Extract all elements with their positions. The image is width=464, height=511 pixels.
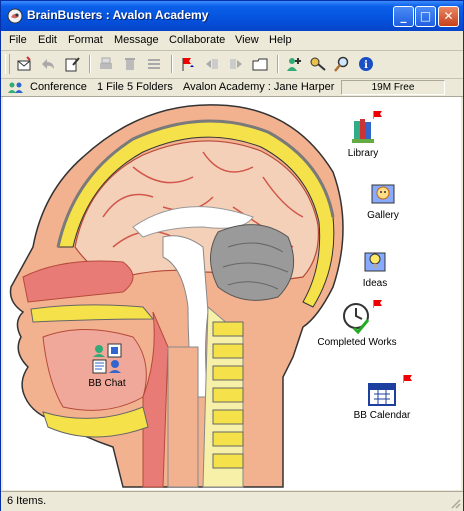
toolbar-grip[interactable] bbox=[5, 54, 10, 74]
resize-grip-icon[interactable] bbox=[449, 497, 461, 509]
move-left-icon[interactable] bbox=[203, 55, 221, 73]
delete-icon[interactable] bbox=[121, 55, 139, 73]
gallery-icon[interactable] bbox=[368, 177, 398, 207]
item-label: Library bbox=[347, 148, 379, 159]
close-button[interactable]: ✕ bbox=[438, 6, 459, 27]
chat-icon[interactable] bbox=[90, 343, 124, 375]
completed-works-item[interactable]: Completed Works bbox=[309, 300, 405, 348]
bb-calendar-item[interactable]: BB Calendar bbox=[347, 375, 417, 421]
window-title: BrainBusters : Avalon Academy bbox=[27, 8, 209, 22]
key-icon[interactable] bbox=[309, 55, 327, 73]
menu-view[interactable]: View bbox=[235, 34, 259, 46]
menu-collaborate[interactable]: Collaborate bbox=[169, 34, 225, 46]
toolbar-separator bbox=[277, 55, 279, 73]
flag-icon bbox=[373, 111, 382, 119]
minimize-button[interactable]: _ bbox=[393, 6, 414, 27]
list-icon[interactable] bbox=[145, 55, 163, 73]
menu-help[interactable]: Help bbox=[269, 34, 292, 46]
toolbar-separator bbox=[171, 55, 173, 73]
item-label: Gallery bbox=[367, 210, 399, 221]
toolbar-separator bbox=[89, 55, 91, 73]
conference-window[interactable]: Library Gallery Ideas Completed Works BB… bbox=[3, 97, 461, 490]
item-label: BB Chat bbox=[88, 378, 126, 389]
maximize-button[interactable]: □ bbox=[415, 6, 436, 27]
print-icon[interactable] bbox=[97, 55, 115, 73]
conference-label: Conference bbox=[30, 81, 87, 93]
free-space: 19M Free bbox=[341, 80, 445, 95]
toolbar: i bbox=[1, 51, 463, 79]
ideas-item[interactable]: Ideas bbox=[351, 245, 399, 289]
new-message-icon[interactable] bbox=[15, 55, 33, 73]
menu-edit[interactable]: Edit bbox=[38, 34, 57, 46]
menu-message[interactable]: Message bbox=[114, 34, 159, 46]
item-label: Completed Works bbox=[317, 337, 397, 348]
library-item[interactable]: Library bbox=[335, 111, 391, 159]
folder-count: 1 File 5 Folders bbox=[97, 81, 173, 93]
status-bar: 6 Items. bbox=[1, 491, 463, 511]
status-text: 6 Items. bbox=[7, 495, 47, 507]
library-icon[interactable] bbox=[348, 115, 378, 145]
calendar-icon[interactable] bbox=[366, 379, 398, 407]
info-icon[interactable]: i bbox=[357, 55, 375, 73]
head-anatomy-background bbox=[9, 104, 344, 488]
menu-bar: File Edit Format Message Collaborate Vie… bbox=[1, 31, 463, 51]
move-right-icon[interactable] bbox=[227, 55, 245, 73]
item-label: BB Calendar bbox=[353, 410, 411, 421]
flag-icon bbox=[373, 300, 382, 308]
location-path: Avalon Academy : Jane Harper bbox=[183, 81, 335, 93]
item-label: Ideas bbox=[362, 278, 388, 289]
bb-chat-item[interactable]: BB Chat bbox=[83, 343, 131, 389]
menu-format[interactable]: Format bbox=[68, 34, 103, 46]
reply-icon[interactable] bbox=[39, 55, 57, 73]
title-bar[interactable]: BrainBusters : Avalon Academy _ □ ✕ bbox=[1, 1, 463, 31]
menu-file[interactable]: File bbox=[9, 34, 27, 46]
conference-icon bbox=[8, 82, 23, 93]
svg-text:i: i bbox=[364, 60, 368, 71]
flag-icon bbox=[403, 375, 412, 383]
edit-icon[interactable] bbox=[63, 55, 81, 73]
flag-icon[interactable] bbox=[179, 55, 197, 73]
search-icon[interactable] bbox=[333, 55, 351, 73]
ideas-icon[interactable] bbox=[360, 245, 390, 275]
folder-icon[interactable] bbox=[251, 55, 269, 73]
location-bar: Conference 1 File 5 Folders Avalon Acade… bbox=[1, 79, 463, 97]
app-window: BrainBusters : Avalon Academy _ □ ✕ File… bbox=[0, 0, 464, 511]
gallery-item[interactable]: Gallery bbox=[359, 177, 407, 221]
completed-works-icon[interactable] bbox=[340, 302, 374, 335]
app-icon[interactable] bbox=[7, 8, 23, 24]
add-users-icon[interactable] bbox=[285, 55, 303, 73]
